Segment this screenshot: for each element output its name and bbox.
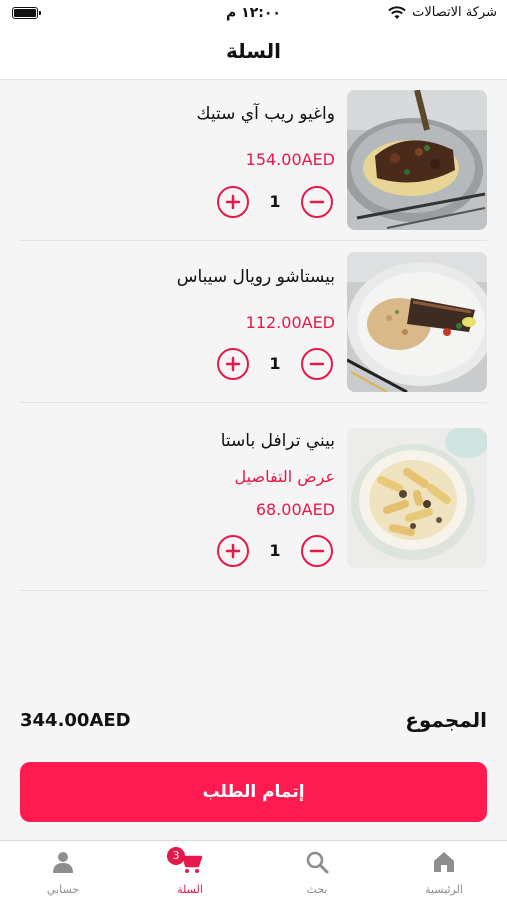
wifi-icon	[388, 5, 406, 19]
tab-label: بحث	[306, 883, 328, 896]
tab-label: حسابي	[46, 883, 80, 896]
minus-icon	[309, 362, 325, 366]
search-icon	[306, 851, 329, 874]
item-quantity: 1	[269, 192, 281, 211]
wagyu-steak-image[interactable]	[347, 90, 487, 230]
penne-pasta-image[interactable]	[347, 428, 487, 568]
carrier-label: شركة الاتصالات	[412, 5, 497, 20]
plus-icon	[225, 543, 241, 559]
status-bar: ١٢:٠٠ م شركة الاتصالات	[0, 0, 507, 30]
increase-quantity-button[interactable]	[217, 186, 249, 218]
carrier: شركة الاتصالات	[388, 5, 497, 20]
item-name: بيستاشو رويال سيباس	[176, 267, 335, 287]
decrease-quantity-button[interactable]	[301, 535, 333, 567]
increase-quantity-button[interactable]	[217, 535, 249, 567]
total-value: 344.00AED	[20, 710, 131, 731]
item-name: واغيو ريب آي ستيك	[196, 104, 335, 124]
tab-search[interactable]: بحث	[254, 841, 380, 900]
increase-quantity-button[interactable]	[217, 348, 249, 380]
item-quantity: 1	[269, 541, 281, 560]
tab-cart[interactable]: 3 السلة	[127, 841, 253, 900]
view-details-link[interactable]: عرض التفاصيل	[235, 467, 335, 486]
order-total: المجموع 344.00AED	[20, 704, 487, 740]
tab-label: السلة	[177, 883, 203, 896]
tab-bar: الرئيسية بحث 3 السلة حسابي	[0, 840, 507, 900]
total-label: المجموع	[405, 708, 487, 732]
page-title: السلة	[225, 39, 281, 63]
item-price: 112.00AED	[245, 313, 335, 332]
decrease-quantity-button[interactable]	[301, 186, 333, 218]
plus-icon	[225, 194, 241, 210]
cart-item: بيستاشو رويال سيباس 112.00AED 1	[20, 241, 487, 403]
item-price: 68.00AED	[255, 500, 335, 519]
tab-label: الرئيسية	[425, 883, 463, 896]
seabass-image[interactable]	[347, 252, 487, 392]
cart-count-badge: 3	[167, 847, 185, 865]
checkout-button[interactable]: إتمام الطلب	[20, 762, 487, 822]
plus-icon	[225, 356, 241, 372]
cart-item: بيني ترافل باستا عرض التفاصيل 68.00AED 1	[20, 403, 487, 591]
cart-item: واغيو ريب آي ستيك 154.00AED 1	[20, 80, 487, 241]
item-name: بيني ترافل باستا	[220, 431, 335, 451]
user-icon	[53, 852, 73, 873]
home-icon	[434, 852, 454, 872]
item-price: 154.00AED	[245, 150, 335, 169]
item-quantity: 1	[269, 354, 281, 373]
minus-icon	[309, 200, 325, 204]
tab-account[interactable]: حسابي	[0, 841, 126, 900]
page-header: السلة	[0, 30, 507, 80]
minus-icon	[309, 549, 325, 553]
checkout-label: إتمام الطلب	[202, 782, 305, 802]
decrease-quantity-button[interactable]	[301, 348, 333, 380]
tab-home[interactable]: الرئيسية	[381, 841, 507, 900]
